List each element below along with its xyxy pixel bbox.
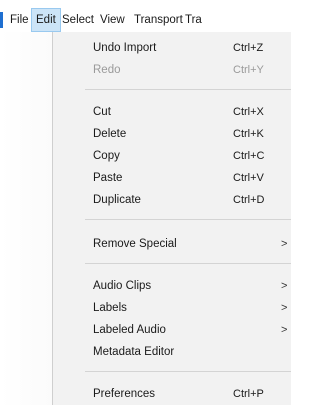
menu-item-shortcut: Ctrl+K [233,128,264,140]
menu-item-label: Delete [93,128,127,140]
background-area [0,32,52,405]
menu-item-duplicate[interactable]: Duplicate Ctrl+D [53,190,291,210]
menu-item-label: Labeled Audio [93,324,166,336]
menu-item-labeled-audio[interactable]: Labeled Audio > [53,320,291,340]
menu-item-label: Undo Import [93,42,157,54]
menu-item-shortcut: Ctrl+Z [233,42,264,54]
menu-bar: File Edit Select View Transport Tra [0,8,291,32]
menu-item-shortcut: Ctrl+X [233,106,264,118]
app-window: File Edit Select View Transport Tra Undo… [0,0,291,405]
menu-separator [85,263,291,264]
menu-item-redo[interactable]: Redo Ctrl+Y [53,60,291,80]
menu-item-paste[interactable]: Paste Ctrl+V [53,168,291,188]
menu-item-preferences[interactable]: Preferences Ctrl+P [53,384,291,404]
menu-item-label: Copy [93,150,120,162]
menu-item-shortcut: Ctrl+Y [233,64,264,76]
menu-item-label: Remove Special [93,238,177,250]
menu-separator [85,371,291,372]
menu-separator [85,219,291,220]
menu-view[interactable]: View [96,8,129,32]
menu-transport[interactable]: Transport [130,8,187,32]
menu-item-label: Audio Clips [93,280,152,292]
menu-tracks-partial[interactable]: Tra [181,8,206,32]
menu-item-label: Labels [93,302,127,314]
menu-item-cut[interactable]: Cut Ctrl+X [53,102,291,122]
menu-item-metadata-editor[interactable]: Metadata Editor [53,342,291,362]
menu-item-label: Duplicate [93,194,141,206]
menu-separator [85,89,291,90]
menu-item-label: Paste [93,172,123,184]
menu-item-label: Cut [93,106,111,118]
menu-item-undo-import[interactable]: Undo Import Ctrl+Z [53,38,291,58]
menu-edit[interactable]: Edit [31,8,61,32]
menu-item-labels[interactable]: Labels > [53,298,291,318]
menu-item-label: Preferences [93,388,156,400]
chevron-right-icon: > [281,280,288,292]
menu-item-label: Redo [93,64,121,76]
chevron-right-icon: > [281,324,288,336]
menu-item-delete[interactable]: Delete Ctrl+K [53,124,291,144]
menu-item-audio-clips[interactable]: Audio Clips > [53,276,291,296]
menu-item-shortcut: Ctrl+C [233,150,265,162]
edit-dropdown-menu: Undo Import Ctrl+Z Redo Ctrl+Y Cut Ctrl+… [52,32,291,405]
menu-item-label: Metadata Editor [93,346,175,358]
menu-item-copy[interactable]: Copy Ctrl+C [53,146,291,166]
menu-select[interactable]: Select [58,8,98,32]
chevron-right-icon: > [281,238,288,250]
menu-item-shortcut: Ctrl+V [233,172,264,184]
menu-item-remove-special[interactable]: Remove Special > [53,234,291,254]
chevron-right-icon: > [281,302,288,314]
menu-item-shortcut: Ctrl+P [233,388,264,400]
menu-file[interactable]: File [6,8,33,32]
menu-item-shortcut: Ctrl+D [233,194,265,206]
